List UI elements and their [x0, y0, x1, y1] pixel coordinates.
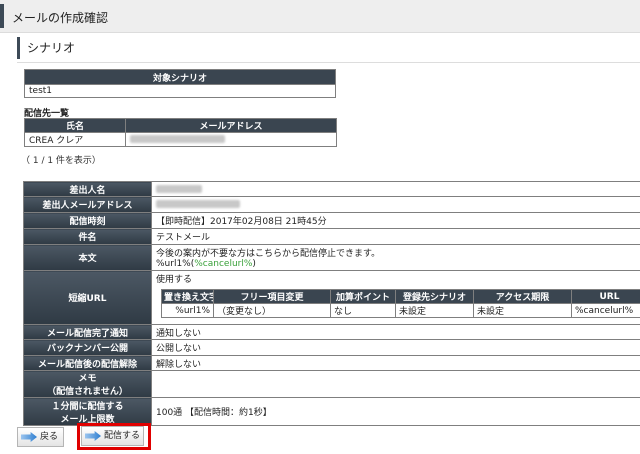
url-col-url: URL	[571, 289, 640, 304]
short-url-label: 短縮URL	[23, 270, 152, 325]
arrow-right-icon	[21, 432, 37, 442]
body-label: 本文	[23, 244, 152, 271]
table-row: CREA クレア	[24, 132, 337, 147]
short-url-value: 使用する 置き換え文字 フリー項目変更 加算ポイント 登録先シナリオ アクセス期…	[151, 270, 640, 325]
url-col-expiry: アクセス期限	[473, 289, 572, 304]
url-cell-points: なし	[330, 303, 396, 318]
sender-name-redacted	[151, 181, 640, 197]
url-cell-scenario: 未設定	[395, 303, 474, 318]
body-line-2: %url1%(%cancelurl%)	[156, 259, 640, 269]
unsubscribe-label: メール配信後の配信解除	[23, 355, 152, 371]
memo-value	[151, 370, 640, 398]
scenario-table-header: 対象シナリオ	[24, 69, 336, 85]
arrow-right-icon	[85, 431, 101, 441]
back-button-label: 戻る	[40, 432, 59, 442]
header-accent-bar	[0, 4, 4, 28]
body-cancel-tag: %cancelurl%	[194, 259, 253, 269]
body-line-2-suffix: )	[252, 259, 256, 269]
result-count: （ 1 / 1 件を表示）	[21, 156, 101, 166]
section-title: シナリオ	[17, 37, 75, 59]
unsubscribe-value: 解除しない	[151, 355, 640, 371]
url-cell-url: %cancelurl%	[571, 303, 640, 318]
delivery-time-value: 【即時配信】2017年02月08日 21時45分	[151, 212, 640, 229]
sender-email-label: 差出人メールアドレス	[23, 196, 152, 213]
sender-name-label: 差出人名	[23, 181, 152, 197]
backnumber-value: 公開しない	[151, 339, 640, 356]
backnumber-label: バックナンバー公開	[23, 339, 152, 356]
memo-label-line-1: メモ	[78, 374, 97, 384]
rate-limit-label-line-1: １分間に配信する	[51, 401, 124, 412]
page-title: メールの作成確認	[12, 11, 109, 25]
url-cell-expiry: 未設定	[473, 303, 572, 318]
back-button[interactable]: 戻る	[17, 427, 64, 447]
complete-notice-label: メール配信完了通知	[23, 324, 152, 340]
body-value: 今後の案内が不要な方はこちらから配信停止できます。 %url1%(%cancel…	[151, 244, 640, 271]
short-url-table: 置き換え文字 フリー項目変更 加算ポイント 登録先シナリオ アクセス期限 URL…	[161, 289, 640, 318]
send-button-label: 配信する	[104, 431, 141, 441]
url-col-free-item: フリー項目変更	[213, 289, 331, 304]
memo-label: メモ （配信されません）	[23, 370, 152, 398]
body-url-token: %url1%(	[156, 259, 195, 269]
url-col-scenario: 登録先シナリオ	[395, 289, 474, 304]
subject-label: 件名	[23, 228, 152, 245]
page-header: メールの作成確認	[0, 0, 640, 33]
rate-limit-label: １分間に配信する メール上限数	[23, 397, 152, 426]
url-col-replace: 置き換え文字	[161, 289, 214, 304]
send-button[interactable]: 配信する	[81, 426, 144, 446]
table-row: %url1% （変更なし） なし 未設定 未設定 %cancelurl%	[161, 303, 640, 318]
delivery-time-label: 配信時刻	[23, 212, 152, 229]
rate-limit-value: 100通 【配信時間：約1秒】	[151, 397, 640, 426]
body-line-1: 今後の案内が不要な方はこちらから配信停止できます。	[156, 249, 381, 259]
detail-table: 差出人名 差出人メールアドレス 配信時刻 【即時配信】2017年02月08日 2…	[23, 181, 640, 426]
recipients-col-name: 氏名	[24, 118, 126, 133]
complete-notice-value: 通知しない	[151, 324, 640, 340]
url-col-points: 加算ポイント	[330, 289, 396, 304]
sender-email-redacted	[151, 196, 640, 213]
memo-label-line-2: （配信されません）	[47, 387, 128, 397]
scenario-table: 対象シナリオ test1	[24, 69, 336, 98]
recipients-table: 氏名 メールアドレス CREA クレア	[24, 118, 337, 147]
section-divider	[17, 62, 640, 63]
scenario-name: test1	[24, 84, 336, 98]
url-cell-free-item: （変更なし）	[213, 303, 331, 318]
recipients-col-email: メールアドレス	[125, 118, 337, 133]
recipient-email-redacted	[125, 132, 337, 147]
short-url-usage: 使用する	[156, 275, 193, 285]
url-cell-replace: %url1%	[161, 303, 214, 318]
recipient-name: CREA クレア	[24, 132, 126, 147]
subject-value: テストメール	[151, 228, 640, 245]
